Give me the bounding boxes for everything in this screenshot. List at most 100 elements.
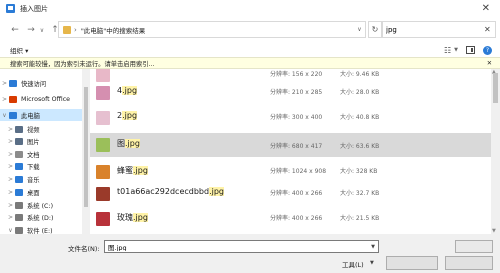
download-icon (15, 162, 23, 170)
forward-arrow-icon[interactable]: → (24, 25, 38, 35)
file-resolution: 分辨率: 680 x 417 (270, 143, 323, 150)
dialog-footer: 文件名(N): ▼ 工具(L) ▼ (0, 234, 500, 273)
file-row[interactable]: 玫瑰.jpg 分辨率: 400 x 266 大小: 21.5 KB (90, 209, 491, 228)
drive-icon (15, 201, 23, 209)
pictures-folder-icon (15, 137, 23, 145)
breadcrumb-separator-icon[interactable]: › (74, 26, 77, 34)
info-bar-message[interactable]: 搜索可能较慢，因为索引未运行。请单击启用索引... (10, 59, 155, 68)
file-list: 分辨率: 156 x 220 大小: 9.46 KB 4.jpg 分辨率: 21… (90, 69, 491, 234)
file-row[interactable]: 2.jpg 分辨率: 300 x 400 大小: 40.8 KB (90, 108, 491, 127)
image-thumbnail (96, 211, 110, 226)
file-name: 蜂蜜.jpg (117, 166, 148, 175)
expand-chevron-icon[interactable]: > (6, 202, 15, 209)
filename-input[interactable] (108, 242, 358, 251)
expand-chevron-icon[interactable]: > (0, 80, 9, 87)
address-dropdown-chevron-icon[interactable]: ∨ (353, 26, 365, 33)
preview-pane-icon[interactable] (466, 46, 475, 54)
file-row[interactable]: t01a66ac292dcecdbbd.jpg 分辨率: 400 x 266 大… (90, 184, 491, 203)
file-row[interactable]: 分辨率: 156 x 220 大小: 9.46 KB (90, 69, 491, 84)
search-box[interactable]: ✕ (382, 21, 496, 38)
back-arrow-icon[interactable]: ← (8, 25, 22, 35)
file-resolution: 分辨率: 400 x 266 (270, 190, 323, 197)
sidebar-item-label: Microsoft Office (21, 95, 71, 103)
expand-chevron-icon[interactable]: > (6, 151, 15, 158)
change-view-icon[interactable]: ☷ (444, 46, 451, 55)
sidebar-item-label: 视频 (27, 126, 40, 134)
tools-chevron-icon[interactable]: ▼ (370, 260, 374, 266)
expand-chevron-icon[interactable]: > (6, 138, 15, 145)
address-path[interactable]: "此电脑"中的搜索结果 (81, 25, 145, 35)
insert-button[interactable] (386, 256, 438, 270)
organize-menu-button[interactable]: 组织 ▾ (10, 45, 28, 55)
tools-menu-button[interactable]: 工具(L) (342, 259, 364, 269)
sidebar-item-label: 系统 (C:) (27, 202, 54, 210)
search-input[interactable] (386, 25, 482, 34)
sidebar-item-this-pc[interactable]: ∨ 此电脑 (0, 109, 82, 121)
help-icon[interactable]: ? (483, 45, 492, 55)
sidebar-item-videos[interactable]: > 视频 (0, 123, 82, 135)
scrollbar-thumb[interactable] (493, 73, 498, 103)
sidebar-item-documents[interactable]: > 文档 (0, 148, 82, 160)
desktop-icon (15, 188, 23, 196)
indexing-info-bar[interactable]: 搜索可能较慢，因为索引未运行。请单击启用索引... ✕ (0, 57, 500, 69)
file-size: 大小: 28.0 KB (340, 89, 380, 96)
office-icon (9, 95, 17, 103)
sidebar-item-drive-c[interactable]: > 系统 (C:) (0, 199, 82, 211)
navigation-pane-scrollbar[interactable] (82, 69, 90, 234)
scrollbar-thumb[interactable] (84, 87, 88, 207)
expand-chevron-icon[interactable]: > (6, 189, 15, 196)
file-size: 大小: 9.46 KB (340, 71, 380, 78)
sidebar-item-desktop[interactable]: > 桌面 (0, 186, 82, 198)
file-size: 大小: 63.6 KB (340, 143, 380, 150)
image-thumbnail (96, 164, 110, 179)
sidebar-item-drive-e[interactable]: ∨ 软件 (E:) (0, 224, 82, 234)
image-thumbnail (96, 186, 110, 201)
file-name: 图.jpg (117, 139, 140, 148)
file-row-selected[interactable]: 图.jpg 分辨率: 680 x 417 大小: 63.6 KB (90, 133, 491, 157)
view-options-chevron-icon[interactable]: ▼ (454, 47, 458, 53)
expand-chevron-icon[interactable]: ∨ (0, 112, 9, 119)
expand-chevron-icon[interactable]: > (6, 214, 15, 221)
sidebar-item-label: 快速访问 (21, 80, 47, 88)
file-name: 玫瑰.jpg (117, 213, 148, 222)
sidebar-item-drive-d[interactable]: > 系统 (D:) (0, 211, 82, 223)
sidebar-item-label: 桌面 (27, 189, 40, 197)
filename-dropdown-icon[interactable]: ▼ (371, 244, 375, 250)
expand-chevron-icon[interactable]: > (6, 163, 15, 170)
window-title: 插入图片 (20, 4, 48, 13)
image-thumbnail (96, 138, 110, 152)
sidebar-item-pictures[interactable]: > 图片 (0, 135, 82, 147)
file-list-scrollbar[interactable]: ▲ ▼ (491, 69, 500, 234)
sidebar-item-downloads[interactable]: > 下载 (0, 160, 82, 172)
file-name: 2.jpg (117, 111, 138, 120)
expand-chevron-icon[interactable]: > (6, 176, 15, 183)
file-resolution: 分辨率: 1024 x 908 (270, 168, 327, 175)
address-bar[interactable]: › "此电脑"中的搜索结果 ∨ (58, 21, 366, 38)
computer-icon (9, 111, 17, 119)
sidebar-item-quick-access[interactable]: > 快速访问 (0, 77, 82, 89)
cancel-button[interactable] (445, 256, 493, 270)
file-row[interactable]: 蜂蜜.jpg 分辨率: 1024 x 908 大小: 328 KB (90, 162, 491, 181)
refresh-icon[interactable]: ↻ (368, 21, 382, 38)
search-results-folder-icon (63, 25, 71, 34)
expand-chevron-icon[interactable]: > (0, 96, 9, 103)
star-icon (9, 79, 17, 87)
title-bar: 插入图片 ✕ (0, 0, 500, 17)
sidebar-item-label: 此电脑 (21, 112, 40, 120)
expand-chevron-icon[interactable]: > (6, 126, 15, 133)
sidebar-item-microsoft-office[interactable]: > Microsoft Office (0, 93, 82, 105)
file-row[interactable]: 4.jpg 分辨率: 210 x 285 大小: 28.0 KB (90, 83, 491, 102)
music-icon (15, 175, 23, 183)
sidebar-item-label: 系统 (D:) (27, 214, 54, 222)
recent-locations-chevron-icon[interactable]: ∨ (38, 27, 46, 34)
file-type-select[interactable] (455, 240, 493, 253)
command-bar: 组织 ▾ ☷ ▼ ? (0, 43, 500, 57)
file-resolution: 分辨率: 300 x 400 (270, 114, 323, 121)
close-info-bar-icon[interactable]: ✕ (487, 60, 492, 67)
filename-combobox[interactable]: ▼ (104, 240, 379, 253)
close-icon[interactable]: ✕ (482, 3, 490, 14)
sidebar-item-music[interactable]: > 音乐 (0, 173, 82, 185)
clear-search-icon[interactable]: ✕ (484, 25, 491, 34)
expand-chevron-icon[interactable]: ∨ (6, 227, 15, 234)
view-controls: ☷ ▼ ? (444, 43, 492, 57)
